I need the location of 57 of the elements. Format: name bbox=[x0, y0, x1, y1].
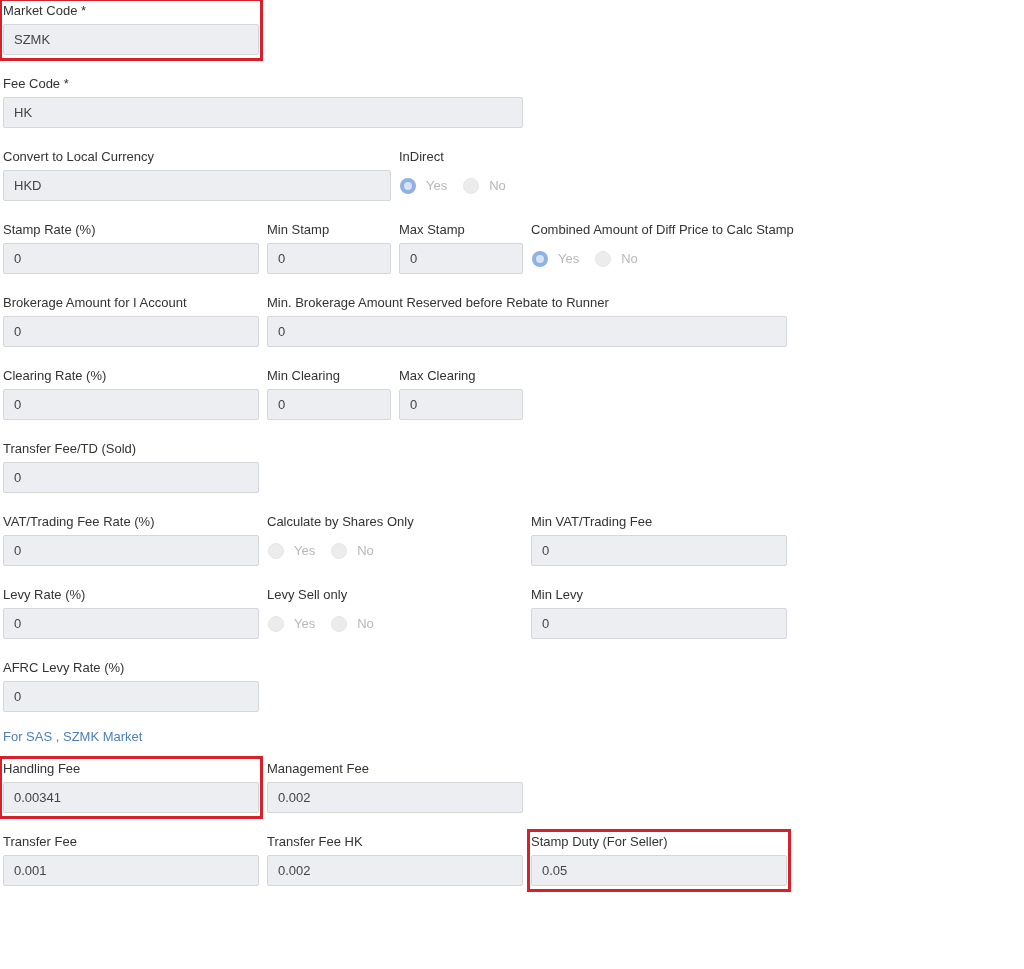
field-label: VAT/Trading Fee Rate (%) bbox=[3, 513, 155, 531]
field-label: Stamp Rate (%) bbox=[3, 221, 96, 239]
input-field[interactable]: SZMK bbox=[3, 24, 259, 55]
field-label: Min Clearing bbox=[267, 367, 340, 385]
field-label: Transfer Fee/TD (Sold) bbox=[3, 440, 137, 458]
field-label: Min Levy bbox=[531, 586, 584, 604]
field-label: Min Stamp bbox=[267, 221, 330, 239]
radio-label: Yes bbox=[294, 616, 316, 631]
field-label: Max Stamp bbox=[399, 221, 465, 239]
input-field[interactable]: 0 bbox=[399, 389, 523, 420]
input-field[interactable]: 0 bbox=[531, 535, 787, 566]
input-field[interactable]: 0.05 bbox=[531, 855, 787, 886]
input-field[interactable]: 0 bbox=[267, 316, 787, 347]
field-label: AFRC Levy Rate (%) bbox=[3, 659, 125, 677]
input-field[interactable]: HKD bbox=[3, 170, 391, 201]
field-label: Stamp Duty (For Seller) bbox=[531, 833, 668, 851]
field-label: Market Code * bbox=[3, 2, 87, 20]
input-field[interactable]: 0 bbox=[399, 243, 523, 274]
field-label: Management Fee bbox=[267, 760, 369, 778]
radio-label: No bbox=[621, 251, 638, 266]
field-label: Calculate by Shares Only bbox=[267, 513, 414, 531]
radio-label: No bbox=[489, 178, 506, 193]
field-label: Transfer Fee bbox=[3, 833, 77, 851]
input-field[interactable]: 0.002 bbox=[267, 855, 523, 886]
field-label: Max Clearing bbox=[399, 367, 476, 385]
field-label: Min VAT/Trading Fee bbox=[531, 513, 653, 531]
radio-label: Yes bbox=[294, 543, 316, 558]
input-field[interactable]: 0 bbox=[3, 608, 259, 639]
input-field[interactable]: 0 bbox=[267, 243, 391, 274]
input-field[interactable]: HK bbox=[3, 97, 523, 128]
field-label: Levy Sell only bbox=[267, 586, 348, 604]
input-field[interactable]: 0.001 bbox=[3, 855, 259, 886]
radio-label: Yes bbox=[558, 251, 580, 266]
input-field[interactable]: 0.00341 bbox=[3, 782, 259, 813]
field-label: Transfer Fee HK bbox=[267, 833, 363, 851]
radio-label: Yes bbox=[426, 178, 448, 193]
field-label: Min. Brokerage Amount Reserved before Rebate to Runner bbox=[267, 294, 609, 312]
radio-label: No bbox=[357, 543, 374, 558]
input-field[interactable]: 0 bbox=[3, 681, 259, 712]
input-field[interactable]: 0 bbox=[3, 389, 259, 420]
field-label: InDirect bbox=[399, 148, 444, 166]
field-label: Combined Amount of Diff Price to Calc Stamp bbox=[531, 221, 794, 239]
input-field[interactable]: 0.002 bbox=[267, 782, 523, 813]
input-field[interactable]: 0 bbox=[531, 608, 787, 639]
field-label: Fee Code * bbox=[3, 75, 69, 93]
field-label: Clearing Rate (%) bbox=[3, 367, 107, 385]
field-label: Handling Fee bbox=[3, 760, 81, 778]
radio-label: No bbox=[357, 616, 374, 631]
input-field[interactable]: 0 bbox=[3, 243, 259, 274]
section-heading: For SAS , SZMK Market bbox=[3, 728, 144, 746]
input-field[interactable]: 0 bbox=[3, 462, 259, 493]
field-label: Convert to Local Currency bbox=[3, 148, 154, 166]
field-label: Levy Rate (%) bbox=[3, 586, 86, 604]
input-field[interactable]: 0 bbox=[267, 389, 391, 420]
field-label: Brokerage Amount for I Account bbox=[3, 294, 187, 312]
input-field[interactable]: 0 bbox=[3, 535, 259, 566]
input-field[interactable]: 0 bbox=[3, 316, 259, 347]
